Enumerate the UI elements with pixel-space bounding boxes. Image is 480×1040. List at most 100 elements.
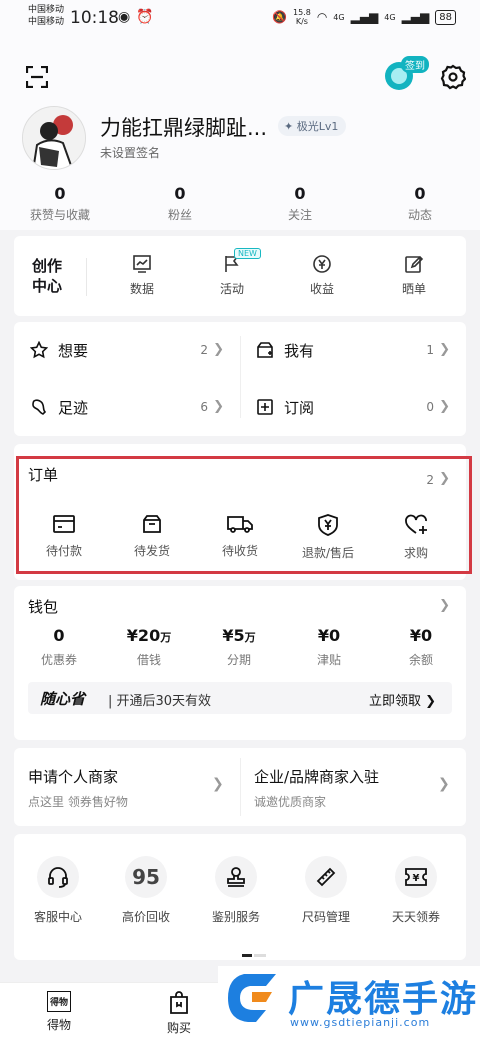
signal-2-label: 4G bbox=[384, 12, 396, 22]
profile-stats: 0 获赞与收藏 0 粉丝 0 关注 0 动态 bbox=[0, 184, 480, 223]
want-entry[interactable]: 想要 2 ❯ bbox=[14, 322, 240, 379]
wallet-label: 分期 bbox=[226, 653, 251, 667]
chevron-right-icon: ❯ bbox=[438, 776, 450, 792]
chevron-right-icon[interactable]: ❯ bbox=[439, 598, 450, 613]
status-right-icons: 🔕 15.8 K/s ◠ 4G ▂▄▆ 4G ▂▄▆ 88 bbox=[272, 8, 456, 26]
history-entry[interactable]: 足迹 6 ❯ bbox=[14, 379, 240, 436]
creator-item-label: 活动 bbox=[219, 282, 244, 296]
wallet-label: 优惠券 bbox=[40, 653, 77, 667]
history-count: 6 bbox=[200, 400, 208, 414]
chart-icon bbox=[133, 255, 151, 273]
wallet-value: ¥20 bbox=[126, 626, 161, 645]
wallet-title[interactable]: 钱包 bbox=[28, 596, 58, 617]
brand-merchant-subtitle: 诚邀优质商家 bbox=[254, 795, 327, 809]
service-label: 客服中心 bbox=[33, 910, 82, 924]
nav-tab-dewu[interactable]: 得物 得物 bbox=[24, 991, 94, 1033]
wifi-icon: ◠ bbox=[316, 10, 328, 24]
creator-item-data[interactable]: 数据 bbox=[106, 254, 178, 297]
service-recycle[interactable]: 95 高价回收 bbox=[102, 856, 190, 925]
service-customer-center[interactable]: 客服中心 bbox=[14, 856, 102, 925]
level-badge[interactable]: ✦ 极光Lv1 bbox=[278, 116, 347, 136]
footprint-icon bbox=[32, 399, 47, 415]
wallet-unit: 万 bbox=[244, 631, 256, 644]
subscribe-count: 0 bbox=[426, 400, 434, 414]
new-badge: NEW bbox=[234, 248, 261, 259]
level-icon: ✦ bbox=[284, 120, 294, 133]
recycle-95-icon: 95 bbox=[125, 856, 167, 898]
level-label: 极光Lv1 bbox=[296, 120, 339, 133]
page-dot-active bbox=[242, 954, 252, 957]
orders-highlight-box bbox=[16, 456, 472, 574]
creator-item-showcase[interactable]: 晒单 bbox=[378, 254, 450, 297]
stat-likes[interactable]: 0 获赞与收藏 bbox=[0, 184, 120, 223]
wallet-installment[interactable]: ¥5万 分期 bbox=[194, 626, 284, 668]
service-size-management[interactable]: 尺码管理 bbox=[282, 856, 370, 925]
creator-item-events[interactable]: 活动 bbox=[196, 254, 268, 297]
signal-bars-icon: ▂▄▆ bbox=[350, 10, 379, 24]
merchant-card: 申请个人商家 点这里 领券售好物 ❯ 企业/品牌商家入驻 诚邀优质商家 ❯ bbox=[14, 748, 466, 826]
service-label: 天天领券 bbox=[391, 910, 440, 924]
wallet-balance[interactable]: ¥0 余额 bbox=[376, 626, 466, 668]
nav-tab-buy[interactable]: 购买 bbox=[144, 991, 214, 1036]
dewu-logo-icon: 得物 bbox=[46, 991, 71, 1012]
service-daily-coupons[interactable]: ¥ 天天领券 bbox=[372, 856, 460, 925]
stat-posts[interactable]: 0 动态 bbox=[360, 184, 480, 223]
promo-claim-button[interactable]: 立即领取 ❯ bbox=[369, 690, 436, 709]
subscribe-entry[interactable]: 订阅 0 ❯ bbox=[240, 379, 466, 436]
stat-fans[interactable]: 0 粉丝 bbox=[120, 184, 240, 223]
username[interactable]: 力能扛鼎绿脚趾... bbox=[100, 112, 267, 142]
promo-logo: 随心省 bbox=[40, 690, 86, 708]
have-entry[interactable]: 我有 1 ❯ bbox=[240, 322, 466, 379]
chevron-right-icon: ❯ bbox=[425, 694, 436, 709]
yuan-coin-icon bbox=[313, 255, 331, 273]
stat-following[interactable]: 0 关注 bbox=[240, 184, 360, 223]
wallet-value: ¥0 bbox=[409, 626, 433, 645]
watermark: 广晟德手游 www.gsdtiepianji.com bbox=[218, 966, 480, 1040]
history-label: 足迹 bbox=[58, 399, 89, 417]
signature[interactable]: 未设置签名 bbox=[100, 144, 160, 161]
gear-icon[interactable] bbox=[440, 64, 466, 90]
wallet-label: 余额 bbox=[408, 653, 433, 667]
carrier-info: 中国移动 中国移动 bbox=[28, 4, 64, 28]
creator-center-card: 创作中心 数据 活动 NEW 收益 晒单 bbox=[14, 236, 466, 316]
scan-icon[interactable] bbox=[26, 66, 48, 88]
personal-merchant-subtitle: 点这里 领券售好物 bbox=[28, 795, 128, 809]
wallet-loan[interactable]: ¥20万 借钱 bbox=[104, 626, 194, 668]
wallet-label: 借钱 bbox=[136, 653, 161, 667]
eye-icon: ◉ bbox=[118, 9, 137, 25]
page-dot bbox=[254, 954, 266, 957]
wallet-allowance[interactable]: ¥0 津贴 bbox=[284, 626, 374, 668]
stamp-icon bbox=[215, 856, 257, 898]
subscribe-label: 订阅 bbox=[284, 399, 315, 417]
chevron-right-icon: ❯ bbox=[439, 399, 450, 414]
carrier-2: 中国移动 bbox=[28, 17, 65, 27]
divider bbox=[86, 258, 87, 296]
wallet-coupons[interactable]: 0 优惠券 bbox=[14, 626, 104, 668]
stat-value: 0 bbox=[174, 184, 186, 203]
want-label: 想要 bbox=[58, 342, 89, 360]
avatar[interactable] bbox=[22, 106, 86, 170]
edit-icon bbox=[405, 255, 424, 273]
creator-item-label: 晒单 bbox=[401, 282, 426, 296]
divider bbox=[240, 758, 241, 816]
status-bar: 中国移动 中国移动 10:18 ◉⏰ 🔕 15.8 K/s ◠ 4G ▂▄▆ 4… bbox=[0, 0, 480, 36]
creator-item-earnings[interactable]: 收益 bbox=[286, 254, 358, 297]
stat-label: 动态 bbox=[407, 208, 432, 222]
promo-cta-label: 立即领取 bbox=[368, 694, 421, 709]
battery-indicator: 88 bbox=[435, 9, 456, 25]
status-left-icons: ◉⏰ bbox=[118, 9, 160, 25]
promo-banner[interactable]: 随心省 | 开通后30天有效 立即领取 ❯ bbox=[28, 682, 452, 714]
services-card: 客服中心 95 高价回收 鉴别服务 尺码管理 ¥ 天天领券 bbox=[14, 834, 466, 960]
chevron-right-icon: ❯ bbox=[439, 342, 450, 357]
stat-value: 0 bbox=[414, 184, 426, 203]
creator-item-label: 收益 bbox=[309, 282, 334, 296]
have-count: 1 bbox=[426, 343, 434, 357]
creator-center-title[interactable]: 创作中心 bbox=[32, 256, 66, 296]
chevron-right-icon: ❯ bbox=[213, 399, 224, 414]
alarm-icon: ⏰ bbox=[136, 9, 160, 25]
service-authentication[interactable]: 鉴别服务 bbox=[192, 856, 280, 925]
checkin-badge[interactable]: 签到 bbox=[401, 56, 429, 73]
want-count: 2 bbox=[200, 343, 208, 357]
collections-card: 想要 2 ❯ 我有 1 ❯ 足迹 6 ❯ 订阅 0 ❯ bbox=[14, 322, 466, 436]
stat-label: 获赞与收藏 bbox=[29, 208, 90, 222]
